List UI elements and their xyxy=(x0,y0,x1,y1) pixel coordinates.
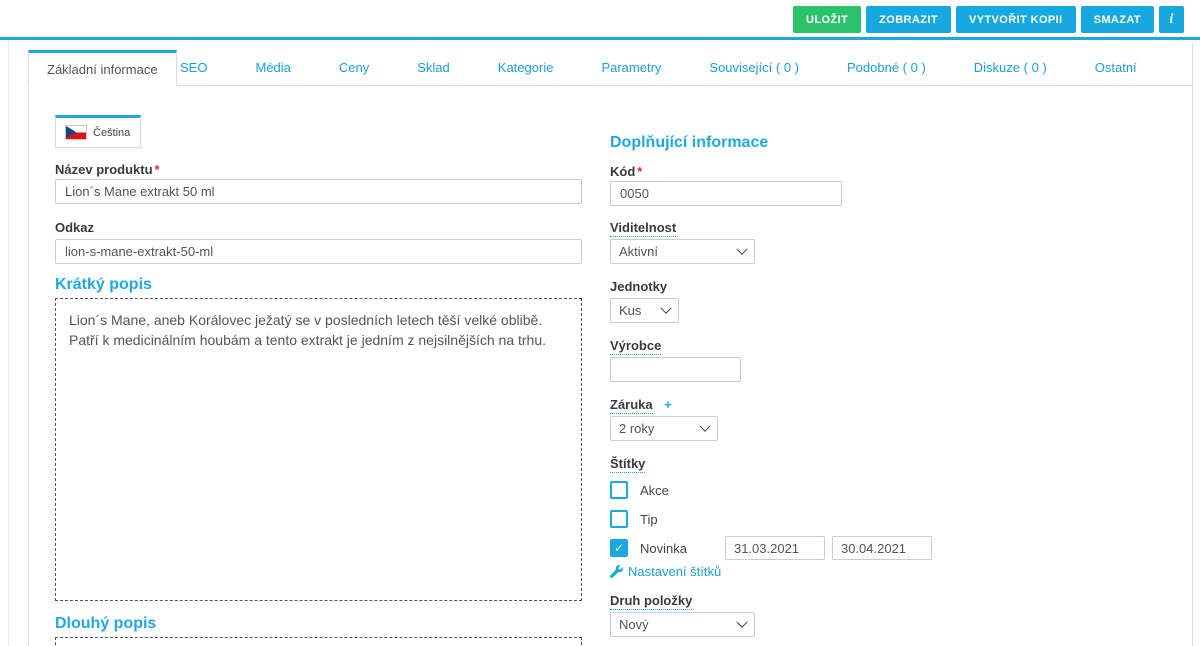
item-type-label: Druh položky xyxy=(610,593,693,610)
tab-parametry[interactable]: Parametry xyxy=(577,60,685,75)
chevron-down-icon xyxy=(660,302,672,314)
code-input[interactable] xyxy=(610,181,842,206)
product-name-label: Název produktu * xyxy=(55,162,160,177)
warranty-label: Záruka + xyxy=(610,397,672,414)
visibility-label: Viditelnost xyxy=(610,220,677,237)
manufacturer-label: Výrobce xyxy=(610,338,662,355)
tab-podobne[interactable]: Podobné ( 0 ) xyxy=(823,60,950,75)
tab-diskuze[interactable]: Diskuze ( 0 ) xyxy=(950,60,1071,75)
visibility-select[interactable]: Aktivní xyxy=(610,239,755,264)
tab-souvisejici[interactable]: Související ( 0 ) xyxy=(685,60,823,75)
chevron-down-icon xyxy=(736,616,748,628)
wrench-icon xyxy=(610,565,623,578)
tip-checkbox[interactable] xyxy=(610,510,628,528)
manufacturer-input[interactable] xyxy=(610,357,741,382)
chevron-down-icon xyxy=(699,420,711,432)
czech-flag-icon xyxy=(65,125,87,140)
akce-checkbox-label[interactable]: Akce xyxy=(640,483,669,498)
save-button[interactable]: ULOŽIT xyxy=(793,6,862,33)
action-buttons: ULOŽIT ZOBRAZIT VYTVOŘIT KOPII SMAZAT i xyxy=(793,6,1184,33)
product-name-input[interactable] xyxy=(55,179,582,204)
code-label: Kód * xyxy=(610,164,643,179)
labels-label: Štítky xyxy=(610,456,646,473)
akce-checkbox[interactable] xyxy=(610,481,628,499)
top-action-bar: ULOŽIT ZOBRAZIT VYTVOŘIT KOPII SMAZAT i xyxy=(0,0,1200,40)
required-asterisk: * xyxy=(154,162,160,177)
flag-settings-link-text: Nastavení štítků xyxy=(628,564,722,579)
tab-links: SEO Média Ceny Sklad Kategorie Parametry… xyxy=(156,50,1161,84)
units-select[interactable]: Kus xyxy=(610,298,679,323)
info-icon[interactable]: i xyxy=(1159,6,1184,33)
chevron-down-icon xyxy=(736,243,748,255)
required-asterisk: * xyxy=(637,164,643,179)
additional-info-heading: Doplňující informace xyxy=(610,134,769,151)
add-warranty-button[interactable]: + xyxy=(664,397,672,412)
flag-row-novinka: ✓ Novinka xyxy=(610,536,932,560)
page-left-border xyxy=(8,0,9,646)
right-column: Doplňující informace Kód* Viditelnost Ak… xyxy=(610,134,932,646)
units-label: Jednotky xyxy=(610,279,668,294)
url-input[interactable] xyxy=(55,239,582,264)
url-label: Odkaz xyxy=(55,220,95,235)
tip-checkbox-label[interactable]: Tip xyxy=(640,512,658,527)
flag-row-tip: Tip xyxy=(610,509,930,529)
product-edit-page: ULOŽIT ZOBRAZIT VYTVOŘIT KOPII SMAZAT i … xyxy=(0,0,1200,646)
novinka-checkbox[interactable]: ✓ xyxy=(610,539,628,557)
flag-row-akce: Akce xyxy=(610,480,930,500)
novinka-checkbox-label[interactable]: Novinka xyxy=(640,541,687,556)
novinka-date-from-input[interactable] xyxy=(724,536,825,560)
tab-ceny[interactable]: Ceny xyxy=(315,60,393,75)
left-column: Název produktu* Odkaz Krátký popis Lion´… xyxy=(55,148,582,646)
tab-media[interactable]: Média xyxy=(231,60,314,75)
language-selector[interactable]: Čeština xyxy=(55,115,142,148)
tab-kategorie[interactable]: Kategorie xyxy=(474,60,578,75)
flag-settings-link[interactable]: Nastavení štítků xyxy=(610,564,930,579)
tab-bar: Základní informace SEO Média Ceny Sklad … xyxy=(28,50,1192,86)
warranty-select[interactable]: 2 roky xyxy=(610,416,718,441)
create-copy-button[interactable]: VYTVOŘIT KOPII xyxy=(955,6,1076,33)
short-description-heading: Krátký popis xyxy=(55,276,152,293)
long-description-editor[interactable] xyxy=(55,637,582,646)
tab-ostatni[interactable]: Ostatní xyxy=(1071,60,1161,75)
view-button[interactable]: ZOBRAZIT xyxy=(866,6,951,33)
tab-zakladni-informace[interactable]: Základní informace xyxy=(28,50,177,86)
item-type-select[interactable]: Nový xyxy=(610,612,755,637)
language-label: Čeština xyxy=(93,126,131,139)
long-description-heading: Dlouhý popis xyxy=(55,615,157,632)
novinka-date-to-input[interactable] xyxy=(831,536,932,560)
short-description-editor[interactable]: Lion´s Mane, aneb Korálovec ježatý se v … xyxy=(55,298,582,601)
delete-button[interactable]: SMAZAT xyxy=(1080,6,1154,33)
tab-sklad[interactable]: Sklad xyxy=(393,60,474,75)
page-right-border xyxy=(1192,43,1193,646)
